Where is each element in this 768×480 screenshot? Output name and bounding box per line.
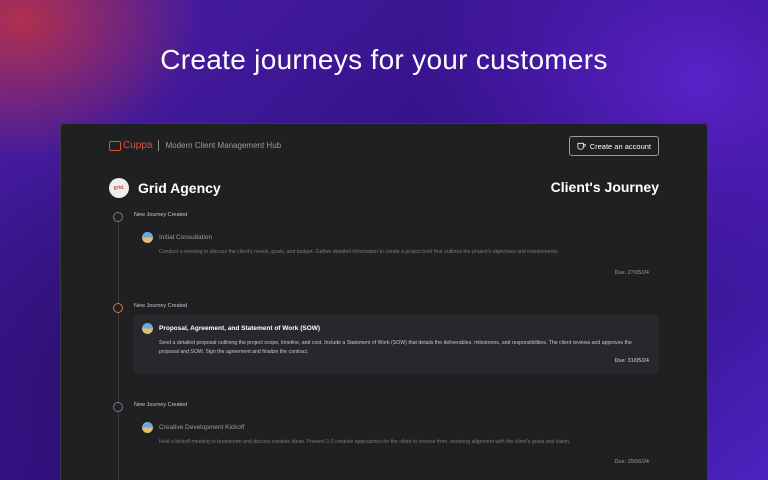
timeline-line: [118, 222, 119, 480]
landscape-icon: [142, 323, 153, 334]
step-label: New Journey Created: [134, 212, 188, 218]
card-header: Initial Consultation: [142, 232, 212, 243]
timeline-dot: [113, 303, 123, 313]
agency-header: grid. Grid Agency: [109, 178, 221, 198]
journey-card[interactable]: Proposal, Agreement, and Statement of Wo…: [133, 315, 659, 374]
agency-name: Grid Agency: [138, 180, 221, 196]
brand[interactable]: Cuppa Modern Client Management Hub: [109, 140, 281, 151]
app-topbar: Cuppa Modern Client Management Hub Creat…: [109, 136, 659, 160]
journey-card[interactable]: Creative Development Kickoff Hold a kick…: [133, 414, 659, 474]
page-headline: Create journeys for your customers: [160, 44, 608, 75]
create-account-button[interactable]: Create an account: [568, 136, 659, 156]
card-title: Proposal, Agreement, and Statement of Wo…: [159, 325, 321, 332]
card-due-date: Due: 27/05/24: [614, 270, 649, 276]
journey-card[interactable]: Initial Consultation Conduct a meeting t…: [133, 224, 659, 280]
card-header: Proposal, Agreement, and Statement of Wo…: [142, 323, 320, 334]
card-header: Creative Development Kickoff: [142, 422, 245, 433]
landscape-icon: [142, 422, 153, 433]
card-due-date: Due: 29/06/24: [614, 459, 649, 465]
brand-divider: [158, 140, 160, 151]
card-title: Initial Consultation: [159, 234, 213, 241]
agency-avatar: grid.: [109, 178, 129, 198]
journey-title: Client's Journey: [550, 179, 659, 195]
landscape-icon: [142, 232, 153, 243]
brand-tagline: Modern Client Management Hub: [165, 141, 282, 150]
brand-name: Cuppa: [123, 140, 153, 151]
cup-logo-icon: [109, 140, 121, 151]
cup-icon: [577, 142, 586, 150]
timeline-dot: [113, 402, 123, 412]
app-window: Cuppa Modern Client Management Hub Creat…: [60, 123, 708, 480]
card-description: Hold a kickoff meeting to brainstorm and…: [159, 439, 571, 445]
card-description: Conduct a meeting to discuss the client'…: [159, 249, 559, 255]
create-account-label: Create an account: [589, 141, 651, 151]
card-title: Creative Development Kickoff: [159, 424, 245, 431]
step-label: New Journey Created: [134, 402, 188, 408]
card-description: Send a detailed proposal outlining the p…: [159, 340, 632, 355]
brand-logo: Cuppa: [109, 140, 152, 151]
step-label: New Journey Created: [134, 303, 188, 309]
card-due-date: Due: 31/05/24: [614, 358, 649, 364]
timeline-dot: [113, 212, 123, 222]
